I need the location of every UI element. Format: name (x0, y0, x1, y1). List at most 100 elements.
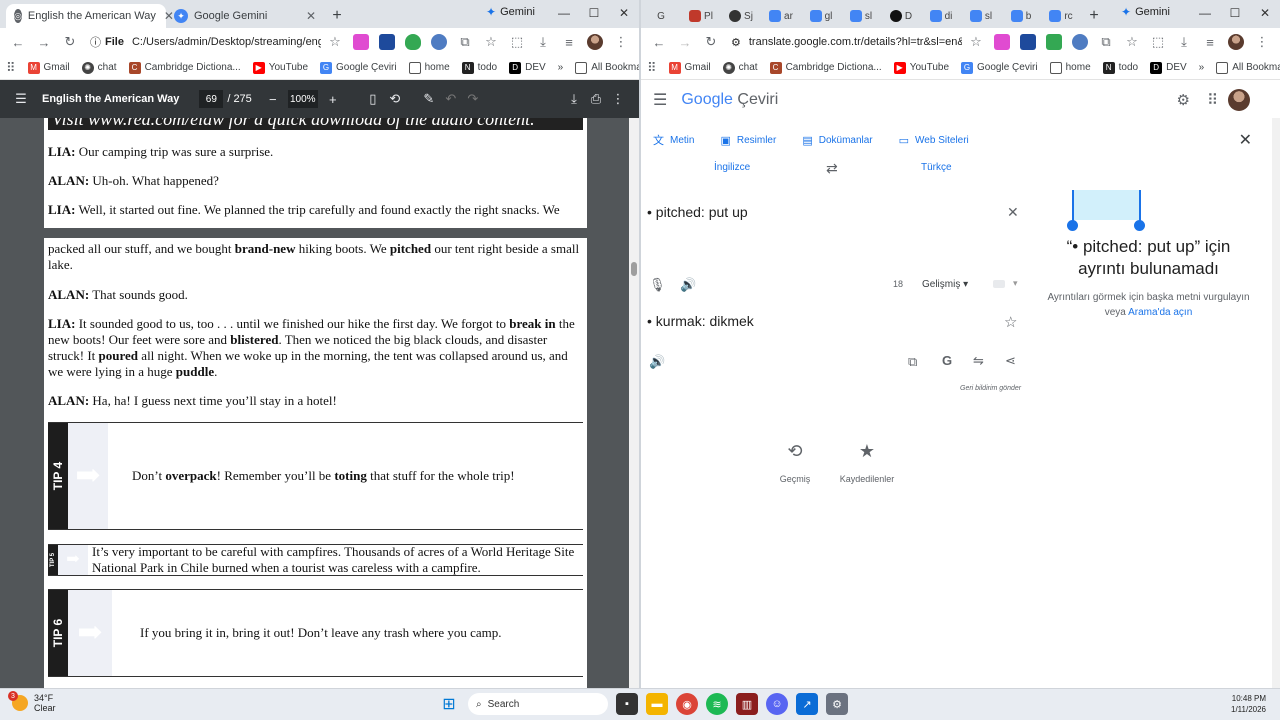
scrollbar-thumb[interactable] (631, 262, 637, 276)
tab-mini[interactable]: sl (841, 4, 881, 28)
speaker-icon[interactable]: 🔊 (649, 354, 665, 370)
voicemeeter-icon[interactable]: ▥ (736, 693, 758, 715)
new-tab-button[interactable]: + (324, 4, 350, 28)
tab-english-the-american-way[interactable]: ◎ English the American Way ✕ (6, 4, 174, 28)
shield-extension-icon[interactable] (405, 34, 421, 50)
avatar[interactable] (1228, 89, 1250, 111)
tab-mini[interactable]: gl (801, 4, 841, 28)
extension-icon[interactable] (353, 34, 369, 50)
screenshot-icon[interactable]: ⬚ (1146, 30, 1170, 54)
zoom-in-icon[interactable]: + (322, 92, 344, 107)
bookmark-cambridge[interactable]: C Cambridge Dictiona... (769, 61, 882, 74)
speaker-icon[interactable]: 🔊 (680, 277, 696, 293)
windows-start-icon[interactable]: ⊞ (438, 693, 460, 715)
bookmark-star-icon[interactable]: ☆ (964, 30, 988, 54)
keyboard-dropdown-icon[interactable]: ▾ (1013, 278, 1018, 289)
address-bar[interactable]: ⚙ translate.google.com.tr/details?hl=tr&… (725, 31, 962, 53)
apps-icon[interactable]: ⠿ (647, 56, 657, 79)
all-bookmarks[interactable]: All Bookmarks (1216, 61, 1280, 74)
annotate-icon[interactable]: ✎ (418, 91, 440, 107)
tab-mini[interactable]: rc (1041, 4, 1081, 28)
all-bookmarks[interactable]: All Bookmarks (575, 61, 639, 74)
rotate-icon[interactable]: ⟲ (384, 91, 406, 107)
print-icon[interactable]: ⎙ (585, 91, 607, 107)
bookmark-youtube[interactable]: ▶ YouTube (893, 61, 949, 74)
tab-mini[interactable]: ar (761, 4, 801, 28)
media-icon[interactable]: ≡ (1198, 30, 1222, 54)
page-scrollbar[interactable] (1272, 118, 1280, 688)
pdf-document-area[interactable]: Visit www.rea.com/elaw for a quick downl… (0, 118, 639, 688)
mode-images[interactable]: ▣ Resimler (720, 134, 776, 147)
close-icon[interactable]: ✕ (1239, 130, 1252, 150)
photos-icon[interactable]: ↗ (796, 693, 818, 715)
forward-icon[interactable]: → (32, 30, 56, 54)
google-translate-logo[interactable]: Google Çeviri (681, 91, 778, 109)
maximize-icon[interactable]: ☐ (579, 3, 609, 23)
address-bar[interactable]: ⓘ File C:/Users/admin/Desktop/streaming/… (84, 31, 321, 53)
tab-mini[interactable]: Pl (681, 4, 721, 28)
forward-icon[interactable]: → (673, 30, 697, 54)
minimize-icon[interactable]: — (549, 3, 579, 23)
more-bookmarks-icon[interactable]: » (1199, 62, 1205, 73)
google-icon[interactable]: G (942, 353, 952, 368)
tab-mini[interactable]: b (1001, 4, 1041, 28)
extension-icon[interactable] (431, 34, 447, 50)
clear-text-icon[interactable]: ✕ (1007, 204, 1019, 221)
mode-documents[interactable]: ▤ Dokümanlar (802, 134, 872, 147)
advanced-dropdown[interactable]: Gelişmiş ▾ (922, 279, 968, 290)
task-view-icon[interactable]: ▪ (616, 693, 638, 715)
star-list-icon[interactable]: ☆ (1120, 30, 1144, 54)
star-list-icon[interactable]: ☆ (479, 30, 503, 54)
bookmark-chat[interactable]: ✺ chat (722, 61, 758, 74)
pdf-scrollbar[interactable] (629, 118, 639, 688)
shield-extension-icon[interactable] (1046, 34, 1062, 50)
weather-widget[interactable]: 3 34°F Clear (8, 691, 56, 713)
close-window-icon[interactable]: ✕ (1250, 3, 1280, 23)
bookmark-chat[interactable]: ✺ chat (81, 61, 117, 74)
settings-gear-icon[interactable]: ⚙ (826, 693, 848, 715)
mode-text[interactable]: 文 Metin (653, 132, 694, 148)
avatar[interactable] (1228, 34, 1244, 50)
bookmark-cambridge[interactable]: C Cambridge Dictiona... (128, 61, 241, 74)
bookmark-gmail[interactable]: M Gmail (668, 61, 711, 74)
new-tab-button[interactable]: + (1081, 4, 1107, 28)
extension-icon[interactable] (1072, 34, 1088, 50)
share-icon[interactable]: ⋖ (1005, 353, 1016, 369)
bookmark-youtube[interactable]: ▶ YouTube (252, 61, 308, 74)
zoom-input[interactable]: 100% (287, 90, 318, 108)
extension-icon[interactable] (379, 34, 395, 50)
open-in-search-link[interactable]: Arama'da açın (1128, 307, 1192, 318)
main-menu-icon[interactable]: ☰ (653, 90, 667, 110)
extension-icon[interactable] (1020, 34, 1036, 50)
send-feedback-link[interactable]: Geri bildirim gönder (960, 385, 1021, 392)
swap-languages-icon[interactable]: ⇄ (826, 160, 838, 177)
tab-mini[interactable]: G (641, 4, 681, 28)
hamburger-menu-icon[interactable]: ☰ (10, 91, 32, 107)
download-icon[interactable]: ⤓ (1172, 30, 1196, 54)
taskbar-search[interactable]: ⌕ Search (468, 693, 608, 715)
minimize-icon[interactable]: — (1190, 3, 1220, 23)
more-options-icon[interactable]: ⋮ (607, 91, 629, 107)
gemini-button[interactable]: ✦ Gemini (486, 5, 535, 19)
close-tab-icon[interactable]: ✕ (298, 9, 316, 23)
bookmark-google-ceviri[interactable]: G Google Çeviri (961, 61, 1038, 74)
saved-button[interactable]: ★ Kaydedilenler (837, 434, 897, 485)
target-language[interactable]: Türkçe (921, 162, 952, 173)
keyboard-icon[interactable] (993, 280, 1005, 288)
download-icon[interactable]: ⤓ (563, 91, 585, 107)
zoom-out-icon[interactable]: − (262, 92, 284, 107)
bookmark-star-icon[interactable]: ☆ (323, 30, 347, 54)
history-button[interactable]: ⟲ Geçmiş (775, 434, 815, 485)
fit-page-icon[interactable]: ▯ (362, 91, 384, 107)
chrome-icon[interactable]: ◉ (676, 693, 698, 715)
microphone-icon[interactable]: 🎙 (649, 277, 666, 293)
tab-mini[interactable]: sl (961, 4, 1001, 28)
reload-icon[interactable]: ↻ (699, 30, 723, 54)
spotify-icon[interactable]: ≋ (706, 693, 728, 715)
bookmark-gmail[interactable]: M Gmail (27, 61, 70, 74)
settings-gear-icon[interactable]: ⚙ (1177, 91, 1190, 109)
bookmark-todo[interactable]: Ntodo (1102, 61, 1138, 74)
redo-icon[interactable]: ↷ (462, 91, 484, 107)
menu-icon[interactable]: ⋮ (1250, 30, 1274, 54)
reload-icon[interactable]: ↻ (58, 30, 82, 54)
